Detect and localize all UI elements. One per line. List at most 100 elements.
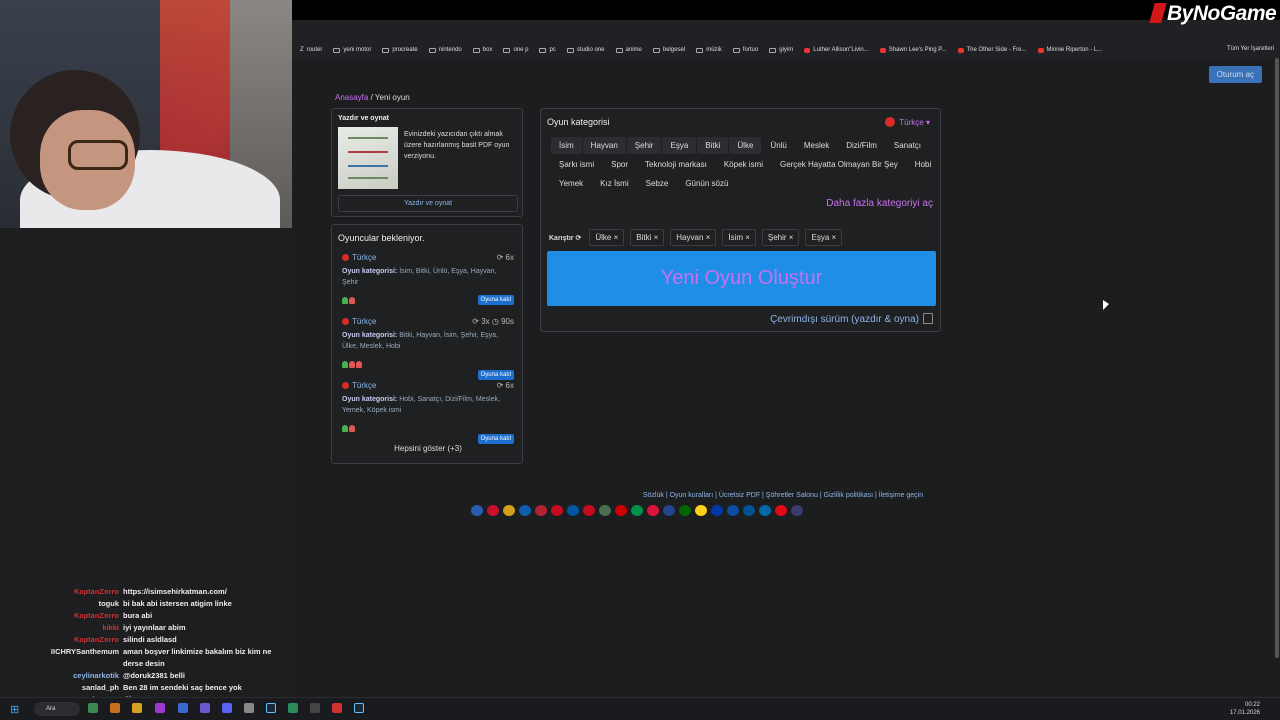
- category-tag[interactable]: Günün sözü: [677, 175, 736, 192]
- category-tag[interactable]: Köpek ismi: [716, 156, 771, 173]
- category-tag[interactable]: Sebze: [638, 175, 677, 192]
- bookmark-item[interactable]: studio one: [566, 47, 605, 53]
- category-tag[interactable]: Şehir: [626, 137, 662, 154]
- flag-icon[interactable]: [663, 505, 675, 516]
- category-tag[interactable]: Sanatçı: [886, 137, 929, 154]
- flag-icon[interactable]: [567, 505, 579, 516]
- app-icon[interactable]: [310, 703, 320, 713]
- category-tag[interactable]: Kız İsmi: [592, 175, 636, 192]
- category-tag[interactable]: Dizi/Film: [838, 137, 885, 154]
- bookmark-item[interactable]: nintendo: [428, 47, 462, 53]
- category-tag[interactable]: Hobi: [907, 156, 939, 173]
- flag-icon[interactable]: [775, 505, 787, 516]
- flag-icon[interactable]: [791, 505, 803, 516]
- taskbar-clock[interactable]: 00:22 17.01.2026: [1230, 701, 1260, 717]
- bookmark-item[interactable]: giyim: [769, 47, 793, 53]
- bookmark-item[interactable]: Minnie Riperton - L...: [1037, 47, 1102, 53]
- category-tag[interactable]: Eşya: [662, 137, 697, 154]
- all-bookmarks[interactable]: Tüm Yer İşaretleri: [1227, 46, 1274, 52]
- app-icon[interactable]: [155, 703, 165, 713]
- app-icon[interactable]: [332, 703, 342, 713]
- flag-icon[interactable]: [647, 505, 659, 516]
- join-game-button[interactable]: Oyuna katıl: [477, 370, 514, 380]
- create-game-button[interactable]: Yeni Oyun Oluştur: [547, 251, 936, 306]
- category-tag[interactable]: Şarkı ismi: [551, 156, 602, 173]
- flag-icon[interactable]: [743, 505, 755, 516]
- login-button[interactable]: Oturum aç: [1208, 66, 1262, 83]
- flag-icon[interactable]: [535, 505, 547, 516]
- join-game-button[interactable]: Oyuna katıl: [477, 295, 514, 305]
- remove-icon[interactable]: ×: [829, 233, 837, 242]
- bookmark-item[interactable]: yeni motor: [333, 47, 371, 53]
- app-icon[interactable]: [178, 703, 188, 713]
- category-tag[interactable]: Teknoloji markası: [637, 156, 715, 173]
- flag-icon[interactable]: [487, 505, 499, 516]
- flag-icon[interactable]: [583, 505, 595, 516]
- remove-icon[interactable]: ×: [611, 233, 619, 242]
- print-and-play-button[interactable]: Yazdır ve oynat: [338, 195, 518, 212]
- selected-category-chip[interactable]: Bitki ×: [630, 229, 665, 246]
- selected-category-chip[interactable]: Ülke ×: [589, 229, 625, 246]
- category-tag[interactable]: Hayvan: [582, 137, 626, 154]
- taskbar-search[interactable]: Ara: [34, 702, 80, 716]
- category-tag[interactable]: Spor: [603, 156, 636, 173]
- category-tag[interactable]: Ünlü: [762, 137, 794, 154]
- flag-icon[interactable]: [727, 505, 739, 516]
- breadcrumb-home[interactable]: Anasayfa: [335, 93, 368, 102]
- bookmark-item[interactable]: pc: [539, 47, 556, 53]
- flag-icon[interactable]: [519, 505, 531, 516]
- steam-icon[interactable]: [266, 703, 276, 713]
- shuffle-button[interactable]: Karıştır ⟳: [549, 234, 581, 242]
- bookmark-item[interactable]: anime: [615, 47, 642, 53]
- flag-icon[interactable]: [599, 505, 611, 516]
- app-icon[interactable]: [288, 703, 298, 713]
- more-categories-link[interactable]: Daha fazla kategoriyi aç: [826, 198, 933, 209]
- browser-address-bar[interactable]: [292, 20, 1280, 55]
- bookmark-item[interactable]: fortuo: [732, 47, 758, 53]
- selected-category-chip[interactable]: İsim ×: [722, 229, 756, 246]
- selected-category-chip[interactable]: Hayvan ×: [670, 229, 717, 246]
- scrollbar-thumb[interactable]: [1275, 58, 1279, 658]
- bookmark-item[interactable]: procreate: [382, 47, 418, 53]
- category-tag[interactable]: Gerçek Hayatta Olmayan Bir Şey: [772, 156, 906, 173]
- bookmark-item[interactable]: müzik: [696, 47, 722, 53]
- bookmark-item[interactable]: belgesel: [652, 47, 685, 53]
- bookmark-item[interactable]: Luther Allison"Livin...: [804, 47, 869, 53]
- selected-category-chip[interactable]: Şehir ×: [761, 229, 800, 246]
- app-icon[interactable]: [244, 703, 254, 713]
- remove-icon[interactable]: ×: [743, 233, 750, 242]
- remove-icon[interactable]: ×: [651, 233, 659, 242]
- bookmark-item[interactable]: Shawn Lee's Ping P...: [879, 47, 947, 53]
- selected-category-chip[interactable]: Eşya ×: [805, 229, 843, 246]
- windows-start-icon[interactable]: ⊞: [10, 703, 19, 716]
- footer-links[interactable]: Sözlük | Oyun kuralları | Ücretsiz PDF |…: [292, 492, 1274, 499]
- flag-icon[interactable]: [503, 505, 515, 516]
- remove-icon[interactable]: ×: [787, 233, 794, 242]
- app-icon[interactable]: [88, 703, 98, 713]
- flag-icon[interactable]: [551, 505, 563, 516]
- page-scrollbar[interactable]: [1274, 58, 1280, 696]
- discord-icon[interactable]: [222, 703, 232, 713]
- category-tag[interactable]: Yemek: [551, 175, 591, 192]
- flag-icon[interactable]: [711, 505, 723, 516]
- bookmark-item[interactable]: one p: [503, 47, 528, 53]
- app-icon[interactable]: [200, 703, 210, 713]
- join-game-button[interactable]: Oyuna katıl: [477, 434, 514, 444]
- steam-icon[interactable]: [354, 703, 364, 713]
- remove-icon[interactable]: ×: [703, 233, 711, 242]
- show-all-link[interactable]: Hepsini göster (+3): [332, 444, 524, 453]
- flag-icon[interactable]: [631, 505, 643, 516]
- category-tag[interactable]: Meslek: [796, 137, 837, 154]
- bookmark-item[interactable]: The Other Side - Fre...: [957, 47, 1027, 53]
- flag-icon[interactable]: [615, 505, 627, 516]
- category-tag[interactable]: Bitki: [697, 137, 729, 154]
- category-tag[interactable]: Ülke: [729, 137, 762, 154]
- flag-icon[interactable]: [695, 505, 707, 516]
- folder-icon[interactable]: [132, 703, 142, 713]
- bookmark-item[interactable]: box: [472, 47, 492, 53]
- flag-icon[interactable]: [759, 505, 771, 516]
- app-icon[interactable]: [110, 703, 120, 713]
- flag-icon[interactable]: [679, 505, 691, 516]
- bookmark-item[interactable]: Zrouter: [300, 47, 322, 53]
- category-tag[interactable]: İsim: [551, 137, 582, 154]
